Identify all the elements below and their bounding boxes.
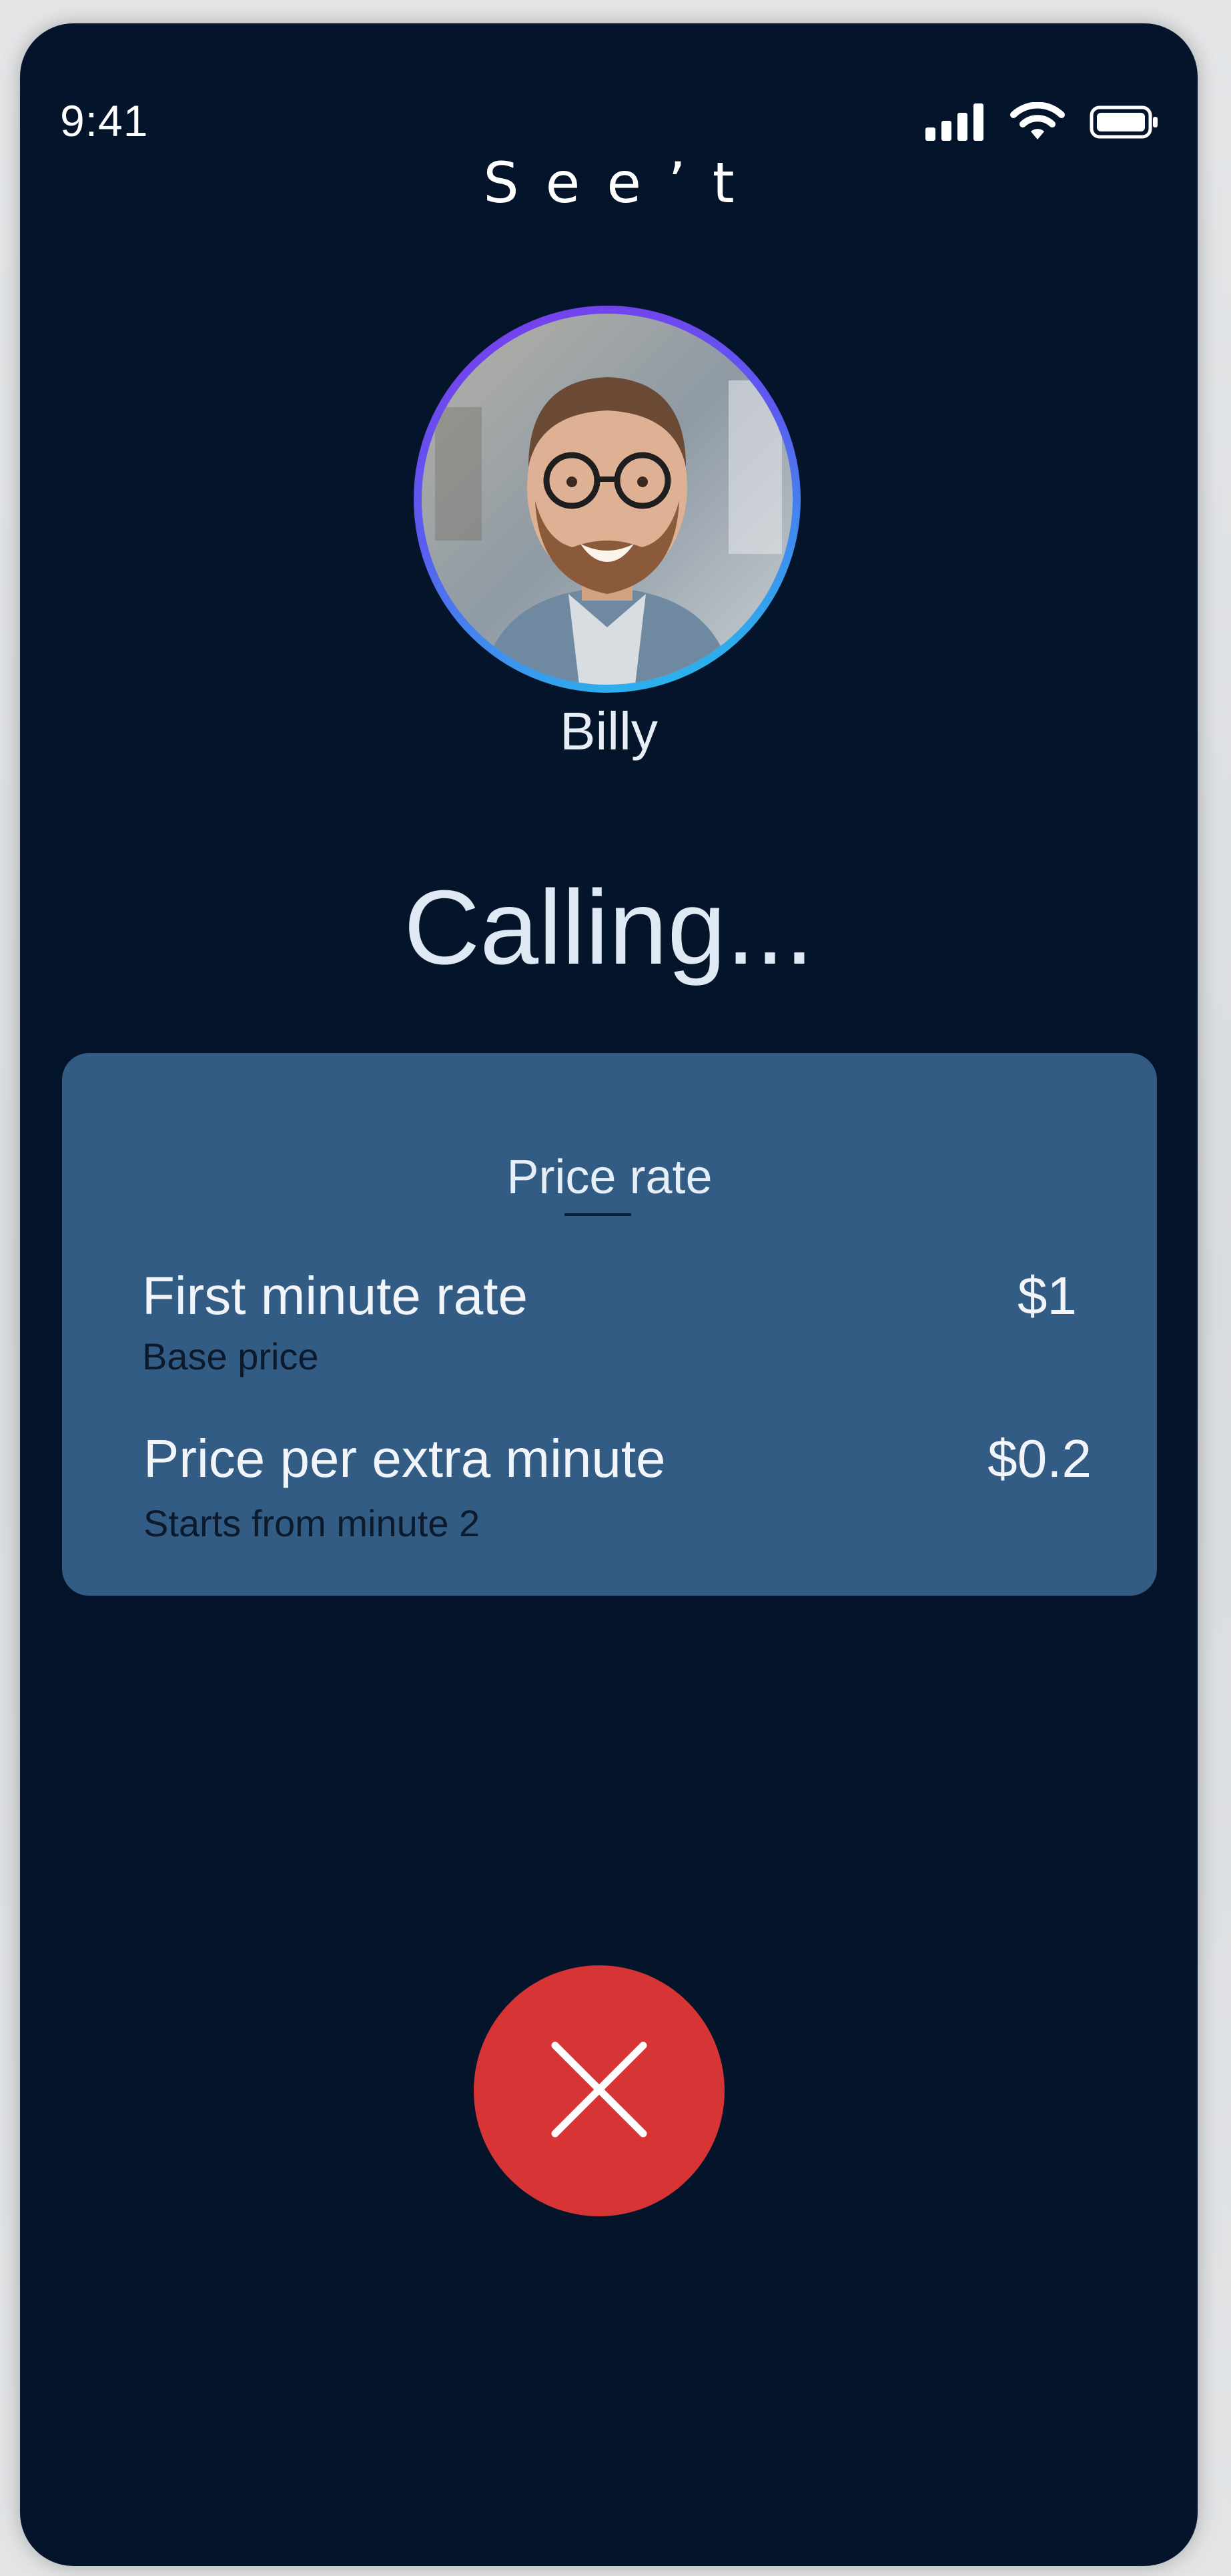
rate-label-first-minute: First minute rate xyxy=(142,1266,528,1325)
price-rate-title: Price rate xyxy=(506,1151,713,1204)
signal-icon xyxy=(925,103,985,141)
close-icon xyxy=(546,2036,653,2146)
price-rate-card: Price rate First minute rate Base price … xyxy=(62,1053,1157,1596)
end-call-button[interactable] xyxy=(474,1965,725,2216)
status-icons xyxy=(925,102,1159,142)
rate-sublabel-extra-minute: Starts from minute 2 xyxy=(143,1502,480,1544)
rate-label-extra-minute: Price per extra minute xyxy=(143,1429,666,1488)
status-time: 9:41 xyxy=(60,96,149,145)
rate-sublabel-first-minute: Base price xyxy=(142,1335,319,1377)
rate-value-extra-minute: $0.2 xyxy=(987,1429,1092,1488)
app-logo: Seeʼt xyxy=(483,150,761,216)
avatar xyxy=(414,306,801,693)
avatar-photo xyxy=(422,314,793,685)
title-underline xyxy=(564,1213,631,1216)
call-status: Calling... xyxy=(404,869,814,986)
caller-name: Billy xyxy=(560,701,658,761)
phone-screen: 9:41 Seeʼt Billy Calling... Price rate F… xyxy=(20,23,1198,2566)
wifi-icon xyxy=(1009,102,1066,142)
rate-value-first-minute: $1 xyxy=(1017,1266,1077,1325)
battery-icon xyxy=(1090,105,1159,139)
